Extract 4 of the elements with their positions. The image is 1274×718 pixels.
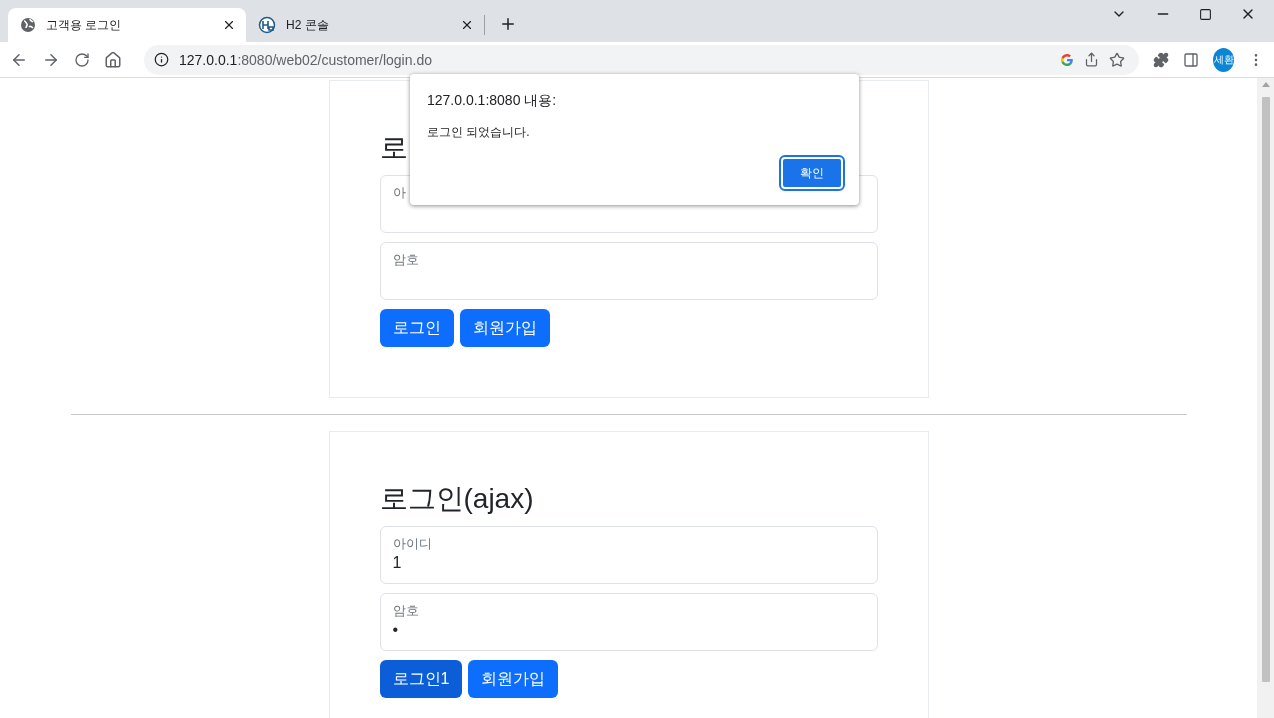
form-title: 로	[379, 131, 408, 165]
form-title: 로그인(ajax)	[379, 482, 534, 516]
dialog-title: 127.0.0.1:8080 내용:	[427, 92, 558, 110]
dialog-message: 로그인 되었습니다.	[427, 124, 531, 141]
